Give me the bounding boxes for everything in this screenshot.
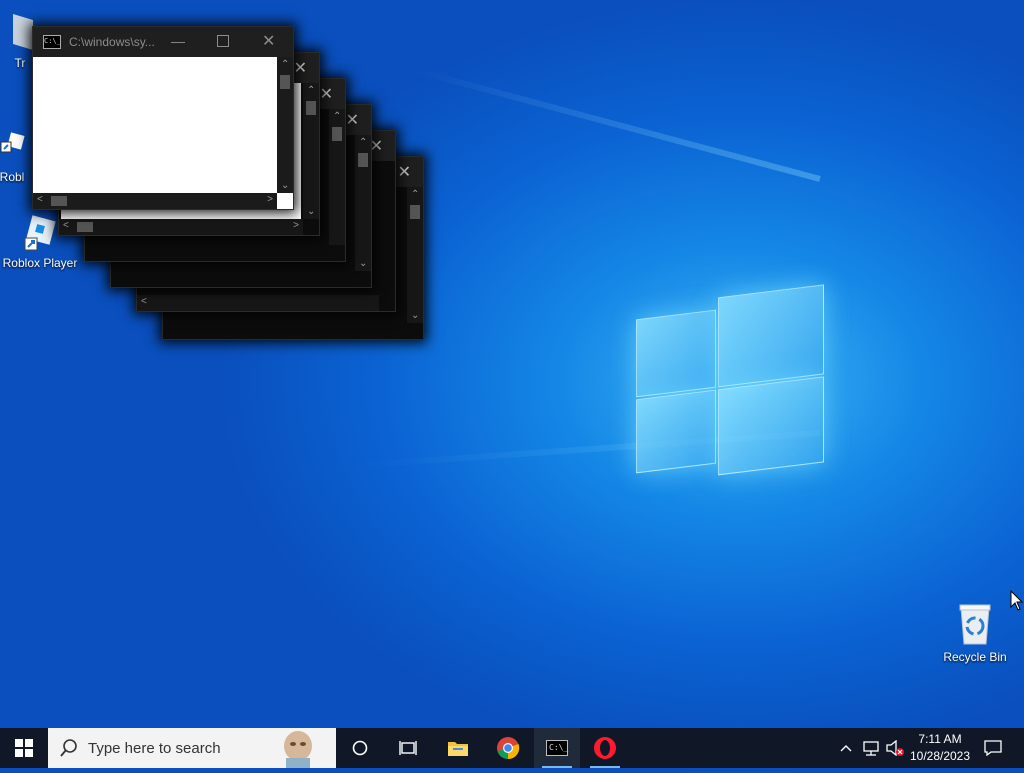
roblox-player-icon	[23, 214, 57, 252]
window-title: C:\windows\sy...	[69, 35, 155, 49]
show-desktop-button[interactable]	[1018, 728, 1024, 768]
search-placeholder: Type here to search	[88, 739, 221, 757]
file-explorer-button[interactable]	[434, 728, 482, 768]
start-button[interactable]	[0, 728, 48, 768]
vertical-scrollbar[interactable]: ⌃ ⌄	[303, 83, 319, 219]
horizontal-scrollbar[interactable]: <	[137, 295, 379, 311]
close-icon[interactable]: ✕	[294, 58, 307, 78]
desktop-icon-label: Tr	[14, 56, 26, 70]
cmd-icon: C:\_	[43, 35, 61, 49]
desktop-icon-label: Recycle Bin	[943, 650, 1007, 664]
network-button[interactable]	[860, 728, 882, 768]
volume-button[interactable]	[884, 728, 906, 768]
clock-date: 10/28/2023	[909, 749, 971, 763]
file-explorer-icon	[448, 742, 468, 756]
search-box[interactable]: Type here to search	[48, 728, 336, 768]
cortana-icon	[352, 740, 368, 756]
desktop: Tr Robl Roblox Player Recycle Bin ✕ ⌃ ⌄ ✕…	[0, 0, 1024, 728]
close-icon[interactable]: ✕	[320, 84, 333, 104]
maximize-icon[interactable]	[217, 35, 229, 47]
vertical-scrollbar[interactable]: ⌃ ⌄	[355, 135, 371, 271]
vertical-scrollbar[interactable]: ⌃ ⌄	[407, 187, 423, 323]
opera-icon	[594, 737, 616, 759]
chevron-up-icon	[840, 745, 852, 752]
console-content	[35, 57, 275, 191]
close-icon[interactable]: ✕	[398, 162, 411, 182]
windows-wallpaper-logo	[636, 279, 824, 492]
cmd-icon: C:\_	[546, 740, 568, 756]
taskbar: Type here to search C:\_ 7:11 AM 10/28/2…	[0, 728, 1024, 768]
mouse-cursor	[1010, 589, 1024, 617]
chrome-button[interactable]	[484, 728, 532, 768]
cortana-button[interactable]	[336, 728, 384, 768]
window-titlebar[interactable]: C:\_ C:\windows\sy... — ✕	[33, 27, 293, 57]
wallpaper-beam	[413, 67, 821, 182]
task-view-button[interactable]	[384, 728, 432, 768]
notification-icon	[984, 740, 1002, 756]
search-icon	[60, 739, 77, 757]
vertical-scrollbar[interactable]: ⌃	[329, 109, 345, 245]
volume-muted-icon	[886, 740, 904, 756]
vertical-scrollbar[interactable]: ⌃ ⌄	[277, 57, 293, 193]
chrome-icon	[497, 737, 520, 760]
recycle-bin-icon	[955, 602, 995, 646]
notification-center-button[interactable]	[978, 728, 1008, 768]
task-view-icon	[399, 741, 417, 755]
network-icon	[863, 741, 879, 756]
horizontal-scrollbar[interactable]: < >	[33, 193, 277, 209]
desktop-icon-label: Robl	[0, 170, 25, 184]
tray-overflow-button[interactable]	[836, 728, 856, 768]
cmd-taskbar-button[interactable]: C:\_	[534, 728, 580, 768]
search-highlight-image	[278, 728, 318, 768]
start-icon	[15, 739, 33, 757]
console-window-front[interactable]: C:\_ C:\windows\sy... — ✕ ⌃ ⌄ < >	[32, 26, 294, 210]
desktop-icon-label: Roblox Player	[2, 256, 78, 270]
close-icon[interactable]: ✕	[262, 31, 275, 51]
horizontal-scrollbar[interactable]: < >	[59, 219, 303, 235]
opera-button[interactable]	[582, 728, 628, 768]
clock[interactable]: 7:11 AM 10/28/2023	[908, 728, 972, 768]
desktop-icon-recycle-bin[interactable]: Recycle Bin	[935, 602, 1015, 664]
minimize-icon[interactable]: —	[171, 33, 185, 49]
clock-time: 7:11 AM	[918, 732, 962, 746]
roblox-shortcut-icon	[0, 128, 29, 166]
close-icon[interactable]: ✕	[346, 110, 359, 130]
